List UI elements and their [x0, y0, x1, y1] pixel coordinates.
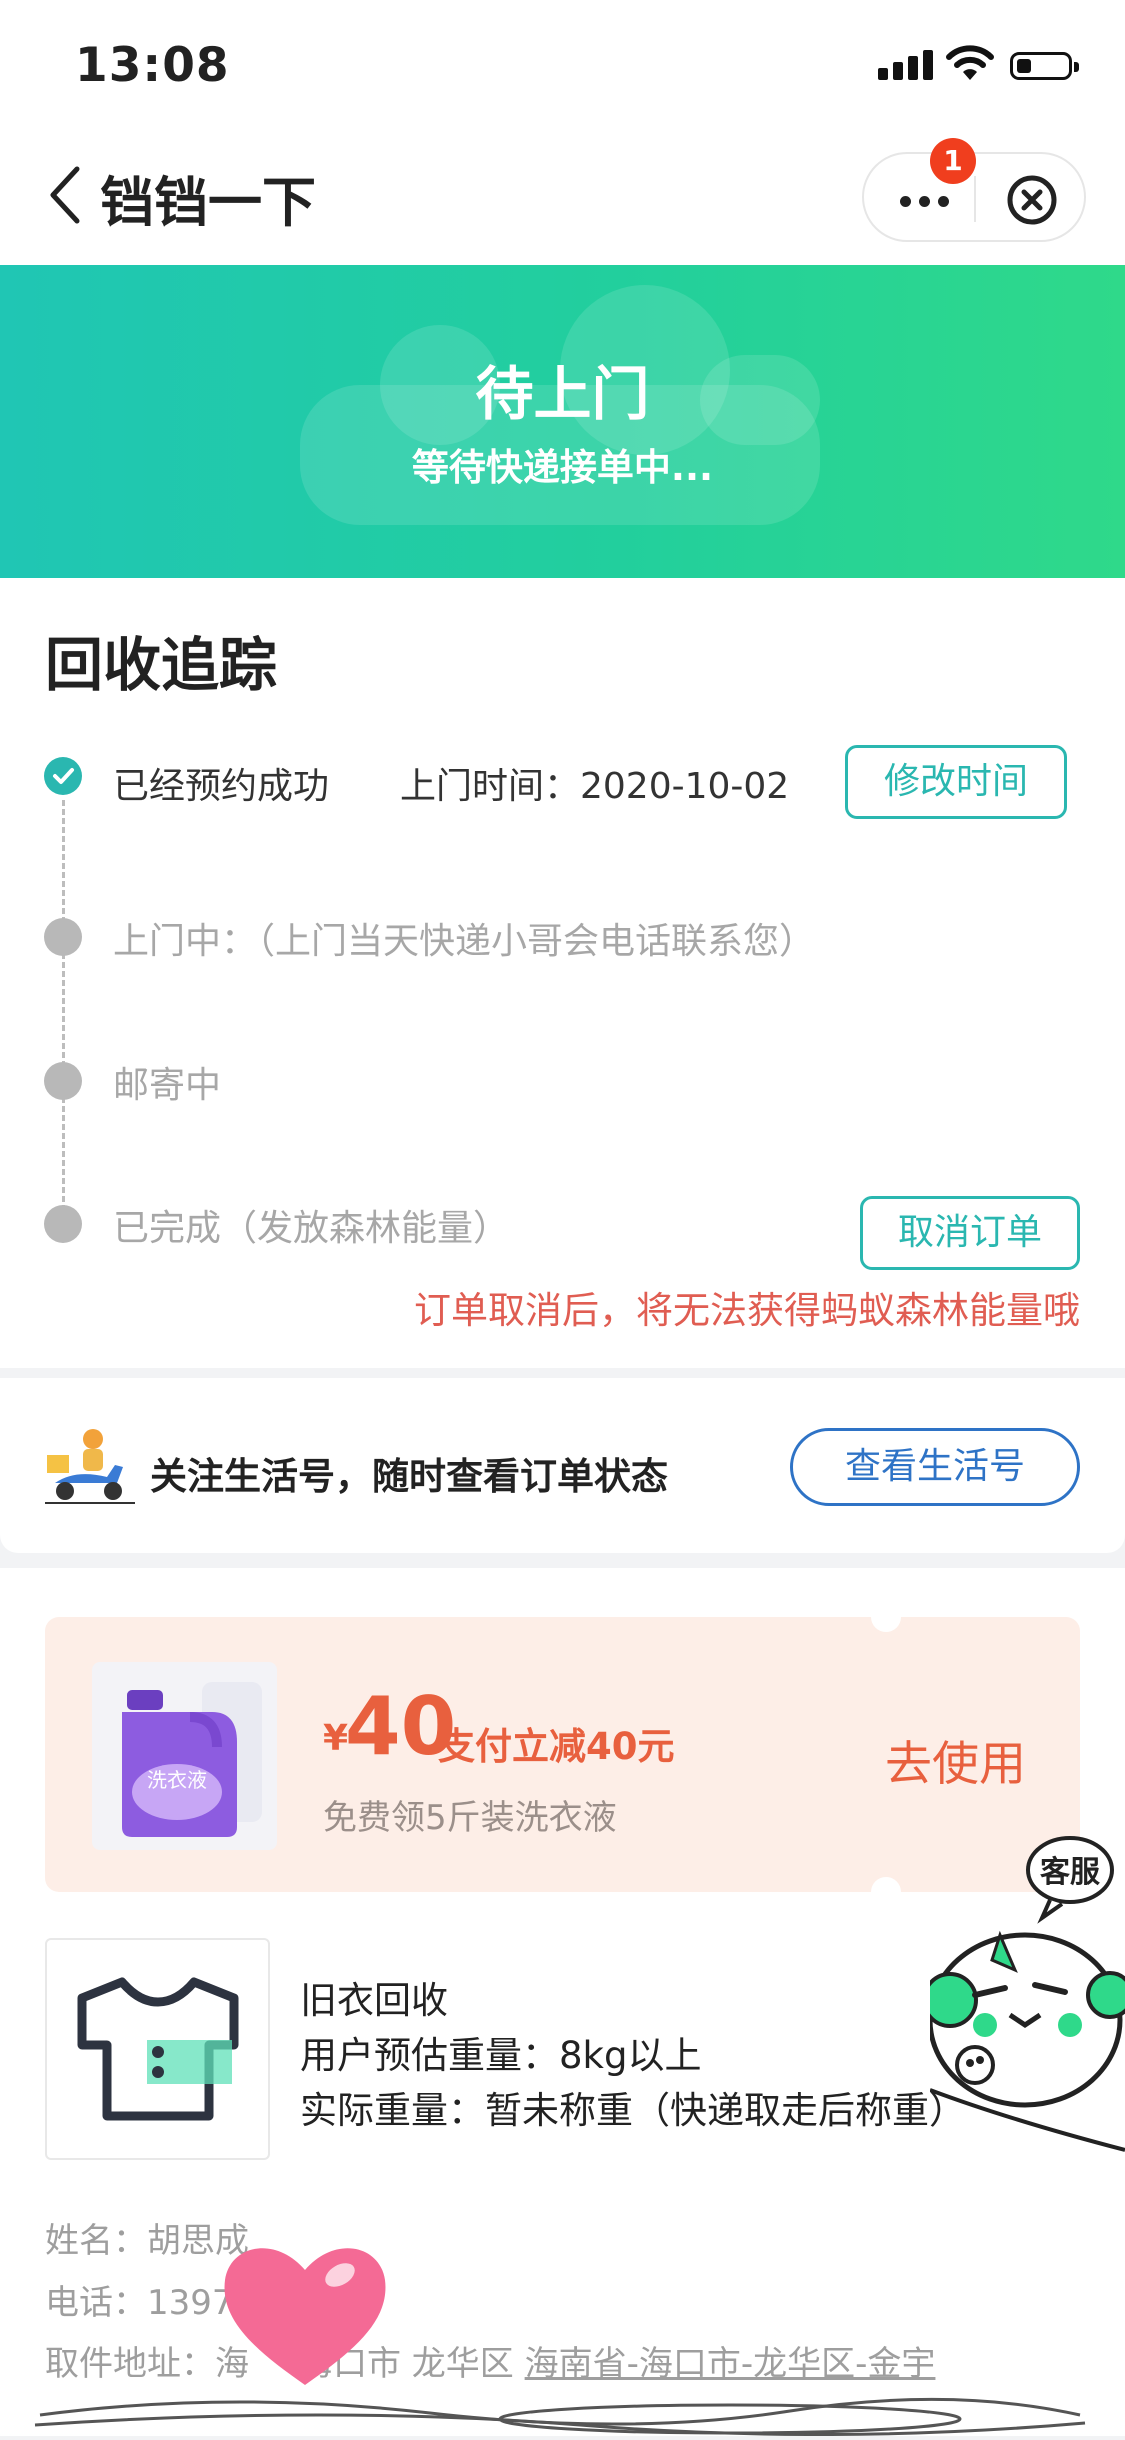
- item-thumbnail: [45, 1938, 270, 2160]
- close-circle-icon: [1007, 175, 1057, 225]
- close-button[interactable]: [1006, 174, 1058, 230]
- customer-service-button[interactable]: 客服: [922, 1820, 1125, 2164]
- pickup-time: 上门时间：2020-10-02: [400, 766, 790, 807]
- pickup-address: 取件地址：海 海口市 龙华区 海南省-海口市-龙华区-金宇: [45, 2336, 935, 2385]
- chevron-left-icon: [50, 166, 80, 224]
- scribble-decoration: [30, 2385, 1090, 2440]
- view-life-account-button[interactable]: 查看生活号: [790, 1428, 1080, 1506]
- capsule-divider: [974, 176, 976, 222]
- coupon-subtitle: 免费领5斤装洗衣液: [323, 1798, 617, 1838]
- courier-scooter-icon: [45, 1425, 135, 1514]
- tracking-title: 回收追踪: [45, 631, 278, 699]
- follow-text: 关注生活号，随时查看订单状态: [150, 1455, 668, 1498]
- notification-badge: 1: [930, 138, 976, 184]
- estimated-weight: 用户预估重量：8kg以上: [300, 2034, 702, 2077]
- customer-service-label: 客服: [1040, 1855, 1101, 1890]
- timeline-dot: [44, 1062, 82, 1100]
- back-button[interactable]: [45, 165, 85, 225]
- coupon-notch: [871, 1602, 901, 1632]
- step-booked-label: 已经预约成功: [113, 766, 330, 807]
- use-coupon-button[interactable]: 去使用: [885, 1725, 1026, 1794]
- page-title: 铛铛一下: [100, 171, 316, 234]
- coupon-description: 支付立减40元: [438, 1725, 675, 1768]
- banner-subtitle: 等待快递接单中...: [411, 446, 714, 489]
- battery-icon: [1010, 52, 1079, 80]
- detergent-product-image: 洗衣液: [92, 1662, 277, 1850]
- status-time: 13:08: [75, 38, 230, 93]
- tshirt-icon: [77, 1977, 239, 2121]
- modify-time-button[interactable]: 修改时间: [845, 745, 1067, 819]
- cancel-order-button[interactable]: 取消订单: [860, 1196, 1080, 1270]
- step-pickup-label: 上门中：（上门当天快递小哥会电话联系您）: [113, 921, 816, 962]
- check-circle-icon: [44, 757, 82, 795]
- item-name: 旧衣回收: [300, 1979, 448, 2022]
- mascot-icon: 客服: [922, 1836, 1125, 2152]
- address-detail: 海南省-海口市-龙华区-金宇: [524, 2344, 936, 2384]
- status-banner: 待上门 等待快递接单中...: [0, 265, 1125, 578]
- timeline-dot: [44, 918, 82, 956]
- product-label: 洗衣液: [147, 1768, 207, 1792]
- heart-sticker-icon: [215, 2230, 395, 2399]
- step-shipping-label: 邮寄中: [113, 1065, 222, 1106]
- contact-phone: 电话：1397: [45, 2283, 234, 2323]
- cancel-warning: 订单取消后，将无法获得蚂蚁森林能量哦: [414, 1289, 1080, 1332]
- step-complete-label: 已完成（发放森林能量）: [113, 1208, 510, 1249]
- signal-icon: [878, 50, 938, 80]
- coupon-notch: [871, 1877, 901, 1907]
- more-button[interactable]: [900, 192, 957, 211]
- timeline-line: [62, 800, 65, 1220]
- mini-program-capsule: 1: [862, 138, 1086, 242]
- wifi-icon: [945, 44, 995, 86]
- banner-title: 待上门: [475, 360, 650, 428]
- timeline-dot: [44, 1205, 82, 1243]
- actual-weight: 实际重量：暂未称重（快递取走后称重）: [300, 2089, 966, 2132]
